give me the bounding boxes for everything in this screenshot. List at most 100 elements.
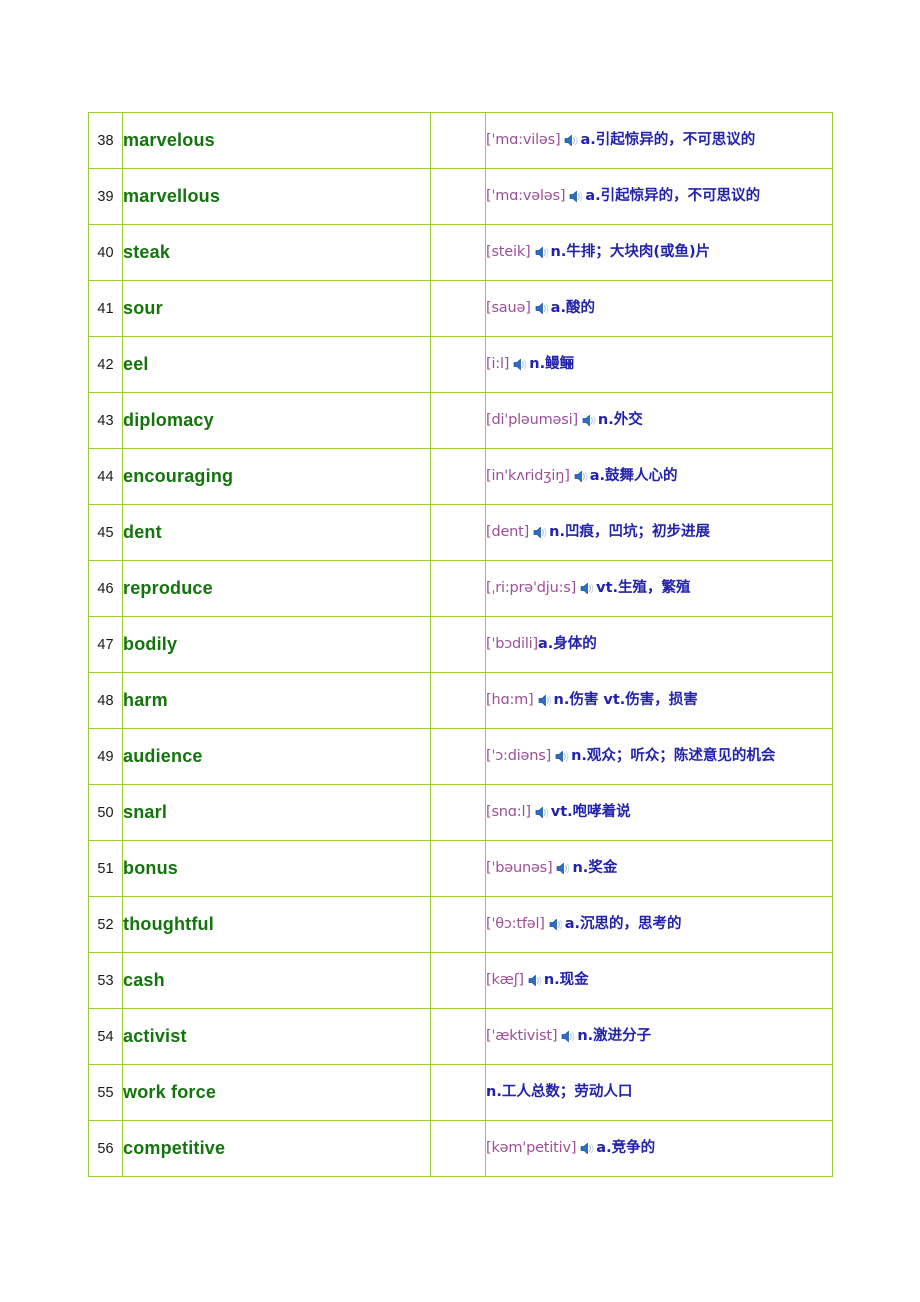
definition-cell: [ˌri:prə'dju:s] vt.生殖，繁殖 (485, 560, 833, 617)
vocabulary-table: 38 marvelous ['mɑ:viləs] a.引起惊异的，不可思议的 39 mar… (88, 112, 833, 1177)
table-row: 55 work force n.工人总数；劳动人口 (88, 1064, 833, 1121)
page-canvas: 38 marvelous ['mɑ:viləs] a.引起惊异的，不可思议的 39 mar… (0, 0, 920, 1302)
speaker-icon[interactable] (556, 862, 571, 875)
definition-cell: [dent] n.凹痕，凹坑；初步进展 (485, 504, 833, 561)
definition-cell: ['θɔ:tfəl] a.沉思的，思考的 (485, 896, 833, 953)
table-row: 54 activist ['æktivist] n.激进分子 (88, 1008, 833, 1065)
vocabulary-word: bonus (122, 840, 431, 897)
word-meaning: a.酸的 (550, 300, 595, 317)
speaker-icon[interactable] (580, 1142, 595, 1155)
row-number: 41 (88, 280, 123, 337)
row-number: 53 (88, 952, 123, 1009)
speaker-icon[interactable] (549, 918, 564, 931)
speaker-icon[interactable] (513, 358, 528, 371)
word-meaning: n.奖金 (572, 860, 618, 877)
table-row: 56 competitive [kəm'petitiv] a.竞争的 (88, 1120, 833, 1177)
row-number: 52 (88, 896, 123, 953)
spacer-cell (430, 1120, 486, 1177)
vocabulary-word: work force (122, 1064, 431, 1121)
table-row: 41 sour [sauə] a.酸的 (88, 280, 833, 337)
phonetic-transcription: [steik] (486, 244, 531, 261)
table-row: 51 bonus ['bəunəs] n.奖金 (88, 840, 833, 897)
speaker-icon[interactable] (555, 750, 570, 763)
definition-cell: n.工人总数；劳动人口 (485, 1064, 833, 1121)
row-number: 44 (88, 448, 123, 505)
vocabulary-word: reproduce (122, 560, 431, 617)
row-number: 43 (88, 392, 123, 449)
table-row: 52 thoughtful ['θɔ:tfəl] a.沉思的，思考的 (88, 896, 833, 953)
word-meaning: a.鼓舞人心的 (589, 468, 678, 485)
vocabulary-word: encouraging (122, 448, 431, 505)
spacer-cell (430, 504, 486, 561)
phonetic-transcription: ['mɑ:vələs] (486, 188, 566, 205)
speaker-icon[interactable] (564, 134, 579, 147)
table-row: 46 reproduce [ˌri:prə'dju:s] vt.生殖，繁殖 (88, 560, 833, 617)
word-meaning: n.观众；听众；陈述意见的机会 (571, 748, 776, 765)
speaker-icon[interactable] (580, 582, 595, 595)
row-number: 42 (88, 336, 123, 393)
speaker-icon[interactable] (582, 414, 597, 427)
phonetic-transcription: ['bəunəs] (486, 860, 553, 877)
row-number: 40 (88, 224, 123, 281)
word-meaning: n.凹痕，凹坑；初步进展 (549, 524, 710, 541)
row-number: 38 (88, 112, 123, 169)
spacer-cell (430, 112, 486, 169)
spacer-cell (430, 168, 486, 225)
word-meaning: n.伤害 vt.伤害，损害 (553, 692, 698, 709)
speaker-icon[interactable] (528, 974, 543, 987)
phonetic-transcription: [kəm'petitiv] (486, 1140, 577, 1157)
row-number: 48 (88, 672, 123, 729)
definition-cell: [snɑ:l] vt.咆哮着说 (485, 784, 833, 841)
word-meaning: n.现金 (543, 972, 589, 989)
vocabulary-word: competitive (122, 1120, 431, 1177)
row-number: 55 (88, 1064, 123, 1121)
speaker-icon[interactable] (561, 1030, 576, 1043)
spacer-cell (430, 1008, 486, 1065)
speaker-icon[interactable] (538, 694, 553, 707)
word-meaning: n.工人总数；劳动人口 (486, 1084, 633, 1101)
vocabulary-word: snarl (122, 784, 431, 841)
spacer-cell (430, 336, 486, 393)
vocabulary-word: dent (122, 504, 431, 561)
definition-cell: [in'kʌridʒiŋ] a.鼓舞人心的 (485, 448, 833, 505)
phonetic-transcription: [hɑ:m] (486, 692, 534, 709)
table-row: 48 harm [hɑ:m] n.伤害 vt.伤害，损害 (88, 672, 833, 729)
vocabulary-word: cash (122, 952, 431, 1009)
phonetic-transcription: [in'kʌridʒiŋ] (486, 468, 570, 485)
spacer-cell (430, 784, 486, 841)
vocabulary-word: sour (122, 280, 431, 337)
word-meaning: vt.生殖，繁殖 (596, 580, 691, 597)
definition-cell: [di'pləuməsi] n.外交 (485, 392, 833, 449)
speaker-icon[interactable] (533, 526, 548, 539)
row-number: 39 (88, 168, 123, 225)
spacer-cell (430, 392, 486, 449)
table-row: 39 marvellous ['mɑ:vələs] a.引起惊异的，不可思议的 (88, 168, 833, 225)
phonetic-transcription: [dent] (486, 524, 530, 541)
row-number: 50 (88, 784, 123, 841)
phonetic-transcription: ['æktivist] (486, 1028, 558, 1045)
table-row: 49 audience ['ɔ:diəns] n.观众；听众；陈述意见的机会 (88, 728, 833, 785)
word-meaning: n.鳗鲡 (529, 356, 575, 373)
definition-cell: ['bəunəs] n.奖金 (485, 840, 833, 897)
phonetic-transcription: [sauə] (486, 300, 531, 317)
table-row: 43 diplomacy [di'pləuməsi] n.外交 (88, 392, 833, 449)
speaker-icon[interactable] (535, 302, 550, 315)
table-row: 47 bodily ['bɔdili]a.身体的 (88, 616, 833, 673)
definition-cell: [kæʃ] n.现金 (485, 952, 833, 1009)
speaker-icon[interactable] (569, 190, 584, 203)
spacer-cell (430, 448, 486, 505)
word-meaning: a.引起惊异的，不可思议的 (580, 132, 756, 149)
phonetic-transcription: [di'pləuməsi] (486, 412, 578, 429)
phonetic-transcription: [kæʃ] (486, 972, 524, 989)
table-row: 38 marvelous ['mɑ:viləs] a.引起惊异的，不可思议的 (88, 112, 833, 169)
spacer-cell (430, 896, 486, 953)
phonetic-transcription: ['ɔ:diəns] (486, 748, 552, 765)
table-row: 44 encouraging [in'kʌridʒiŋ] a.鼓舞人心的 (88, 448, 833, 505)
phonetic-transcription: ['bɔdili] (486, 636, 538, 653)
row-number: 54 (88, 1008, 123, 1065)
word-meaning: n.外交 (597, 412, 643, 429)
speaker-icon[interactable] (535, 246, 550, 259)
speaker-icon[interactable] (535, 806, 550, 819)
row-number: 46 (88, 560, 123, 617)
speaker-icon[interactable] (574, 470, 589, 483)
